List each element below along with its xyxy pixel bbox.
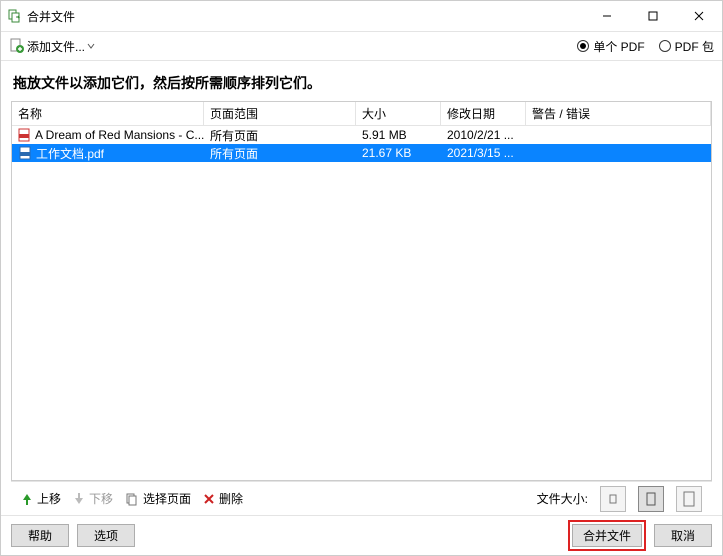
- radio-single-pdf[interactable]: 单个 PDF: [577, 38, 644, 55]
- arrow-up-icon: [21, 492, 33, 506]
- delete-icon: [203, 493, 215, 505]
- bottom-toolbar: 上移 下移 选择页面 删除 文件大小:: [11, 481, 712, 515]
- move-down-label: 下移: [89, 490, 113, 507]
- main-area: 拖放文件以添加它们，然后按所需顺序排列它们。 名称 页面范围 大小 修改日期 警…: [1, 61, 722, 515]
- toolbar: 添加文件... 单个 PDF PDF 包: [1, 31, 722, 61]
- arrow-down-icon: [73, 492, 85, 506]
- cancel-button[interactable]: 取消: [654, 524, 712, 547]
- table-header: 名称 页面范围 大小 修改日期 警告 / 错误: [12, 102, 711, 126]
- radio-label: 单个 PDF: [593, 38, 644, 55]
- select-pages-button[interactable]: 选择页面: [125, 490, 191, 507]
- delete-label: 删除: [219, 490, 243, 507]
- radio-pdf-pack[interactable]: PDF 包: [659, 38, 714, 55]
- radio-icon: [659, 40, 671, 52]
- col-header-date[interactable]: 修改日期: [441, 102, 526, 125]
- size-large-button[interactable]: [676, 486, 702, 512]
- radio-label: PDF 包: [675, 38, 714, 55]
- radio-icon: [577, 40, 589, 52]
- add-files-button[interactable]: 添加文件...: [9, 38, 95, 55]
- table-row[interactable]: 工作文档.pdf 所有页面 21.67 KB 2021/3/15 ...: [12, 144, 711, 162]
- pdf-icon: [18, 146, 32, 160]
- output-mode-radio-group: 单个 PDF PDF 包: [577, 38, 714, 55]
- options-button[interactable]: 选项: [77, 524, 135, 547]
- chevron-down-icon: [87, 42, 95, 50]
- cell-warn: [526, 150, 711, 156]
- merge-button[interactable]: 合并文件: [572, 524, 642, 547]
- minimize-button[interactable]: [584, 1, 630, 31]
- file-name: A Dream of Red Mansions - C...: [35, 128, 204, 142]
- merge-highlight: 合并文件: [568, 520, 646, 551]
- pdf-icon: [18, 128, 31, 142]
- cell-date: 2021/3/15 ...: [441, 143, 526, 163]
- titlebar: 合并文件: [1, 1, 722, 31]
- titlebar-title: 合并文件: [7, 8, 75, 25]
- file-name: 工作文档.pdf: [36, 145, 104, 162]
- col-header-range[interactable]: 页面范围: [204, 102, 356, 125]
- footer: 帮助 选项 合并文件 取消: [1, 515, 722, 555]
- merge-pages-icon: [7, 8, 23, 24]
- window-title-text: 合并文件: [27, 8, 75, 25]
- merge-files-dialog: 合并文件 添加文件...: [0, 0, 723, 556]
- file-table: 名称 页面范围 大小 修改日期 警告 / 错误 A Dream of Red M…: [11, 101, 712, 481]
- pages-icon: [125, 492, 139, 506]
- help-button[interactable]: 帮助: [11, 524, 69, 547]
- instruction-text: 拖放文件以添加它们，然后按所需顺序排列它们。: [13, 73, 710, 93]
- add-file-icon: [9, 38, 25, 54]
- delete-button[interactable]: 删除: [203, 490, 243, 507]
- table-body: A Dream of Red Mansions - C... 所有页面 5.91…: [12, 126, 711, 480]
- move-up-button[interactable]: 上移: [21, 490, 61, 507]
- select-pages-label: 选择页面: [143, 490, 191, 507]
- cell-range: 所有页面: [204, 142, 356, 165]
- col-header-size[interactable]: 大小: [356, 102, 441, 125]
- close-button[interactable]: [676, 1, 722, 31]
- cell-size: 21.67 KB: [356, 143, 441, 163]
- move-down-button[interactable]: 下移: [73, 490, 113, 507]
- size-small-button[interactable]: [600, 486, 626, 512]
- file-size-label: 文件大小:: [537, 490, 588, 507]
- add-files-label: 添加文件...: [27, 38, 85, 55]
- cell-warn: [526, 132, 711, 138]
- col-header-warn[interactable]: 警告 / 错误: [526, 102, 711, 125]
- col-header-name[interactable]: 名称: [12, 102, 204, 125]
- size-medium-button[interactable]: [638, 486, 664, 512]
- maximize-button[interactable]: [630, 1, 676, 31]
- move-up-label: 上移: [37, 490, 61, 507]
